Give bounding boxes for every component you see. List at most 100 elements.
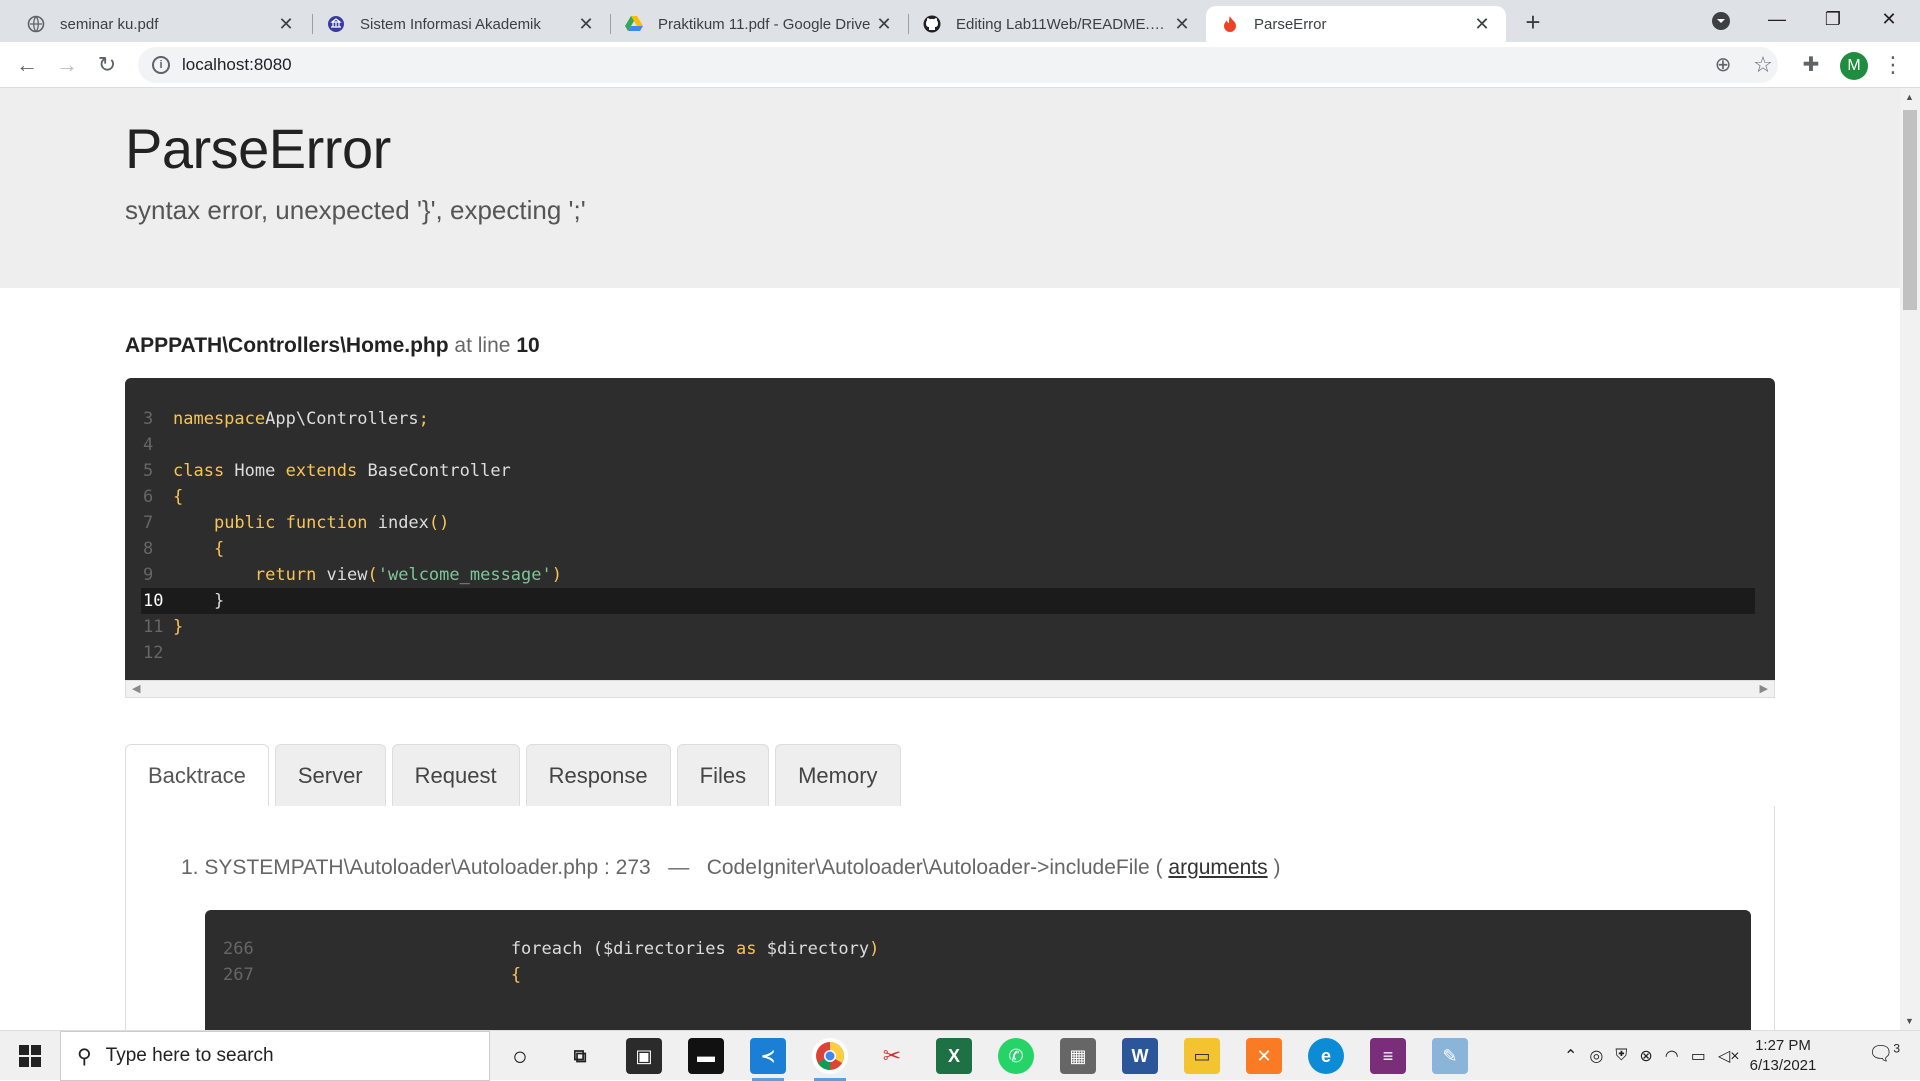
notification-icon[interactable]: 🗨3	[1868, 1041, 1900, 1066]
code-token: )	[869, 939, 880, 959]
tab-seminar[interactable]: seminar ku.pdf ✕	[12, 6, 310, 42]
vertical-scrollbar[interactable]: ▲ ▼	[1900, 88, 1920, 1030]
line-number: 4	[143, 435, 154, 455]
code-token: {	[510, 965, 522, 985]
error-location: APPPATH\Controllers\Home.php at line 10	[125, 334, 1775, 358]
battery-icon[interactable]: ▭	[1691, 1046, 1706, 1066]
tab-title: Editing Lab11Web/README.md a	[956, 15, 1172, 33]
tab-request[interactable]: Request	[391, 744, 520, 806]
tab-memory[interactable]: Memory	[775, 744, 901, 806]
menu-dots-icon[interactable]: ⋮	[1878, 50, 1908, 80]
code-token: class	[173, 461, 225, 481]
vscode-icon[interactable]: ≺	[750, 1038, 786, 1081]
line-number: 7	[143, 513, 154, 533]
chevron-up-icon[interactable]: ⌃	[1564, 1046, 1577, 1066]
code-token: index	[367, 513, 429, 533]
webcam-icon[interactable]: ◎	[1589, 1046, 1603, 1066]
forward-button[interactable]: →	[52, 50, 82, 80]
edge-icon[interactable]: e	[1308, 1038, 1344, 1074]
store-icon[interactable]: ▣	[626, 1038, 662, 1074]
start-button[interactable]	[0, 1031, 60, 1081]
snipping-tool-icon[interactable]: ✂	[874, 1038, 910, 1074]
back-button[interactable]: ←	[12, 50, 42, 80]
code-line: 266 foreach ($directories as $directory)	[223, 936, 1733, 962]
window-close-button[interactable]: ✕	[1862, 0, 1916, 42]
browser-tab-strip: seminar ku.pdf ✕ Sistem Informasi Akadem…	[0, 0, 1920, 42]
github-icon	[922, 14, 942, 34]
chrome-icon[interactable]	[812, 1038, 848, 1081]
code-token: $directories	[602, 939, 736, 959]
search-icon: ⚲	[77, 1045, 92, 1068]
reload-button[interactable]: ↻	[92, 50, 122, 80]
close-icon[interactable]: ✕	[276, 14, 296, 35]
code-token: ;	[418, 409, 429, 429]
horizontal-scrollbar[interactable]: ◀ ▶	[125, 680, 1775, 698]
tab-google-drive[interactable]: Praktikum 11.pdf - Google Drive ✕	[610, 6, 908, 42]
tab-backtrace[interactable]: Backtrace	[125, 744, 269, 806]
taskbar-search[interactable]: ⚲	[60, 1031, 490, 1081]
terminal-icon[interactable]: ▬	[688, 1038, 724, 1074]
page-viewport: ParseError syntax error, unexpected '}',…	[0, 88, 1900, 1030]
trace-call: CodeIgniter\Autoloader\Autoloader->inclu…	[706, 856, 1163, 879]
line-number: 9	[143, 565, 154, 585]
file-explorer-icon[interactable]: ▭	[1184, 1038, 1220, 1074]
security-icon[interactable]: ⊗	[1639, 1046, 1652, 1066]
info-icon[interactable]: i	[152, 56, 170, 74]
calculator-icon[interactable]: ▦	[1060, 1038, 1096, 1074]
zoom-icon[interactable]: ⊕	[1708, 50, 1738, 80]
address-bar[interactable]: i localhost:8080	[138, 47, 1778, 83]
shield-icon[interactable]: ⛨	[1615, 1047, 1627, 1065]
xampp-icon[interactable]: ✕	[1246, 1038, 1282, 1074]
tab-server[interactable]: Server	[274, 744, 386, 806]
arguments-link[interactable]: arguments	[1168, 856, 1267, 879]
word-icon[interactable]: W	[1122, 1038, 1158, 1074]
line-number: 8	[143, 539, 154, 559]
close-icon[interactable]: ✕	[874, 14, 894, 35]
browser-toolbar: ← → ↻ i localhost:8080 ⊕ ☆ ✚ ⋮	[0, 42, 1920, 88]
winrar-icon[interactable]: ≡	[1370, 1038, 1406, 1074]
line-number: 267	[223, 965, 254, 985]
close-icon[interactable]: ✕	[1172, 14, 1192, 35]
line-number: 3	[143, 409, 154, 429]
tab-files[interactable]: Files	[676, 744, 770, 806]
bookmark-star-icon[interactable]: ☆	[1748, 50, 1778, 80]
code-line: 3 namespaceApp\Controllers;	[143, 406, 1755, 432]
avatar[interactable]: M	[1840, 52, 1868, 80]
code-line: 5 class Home extends BaseController	[143, 458, 1755, 484]
trace-file: SYSTEMPATH\Autoloader\Autoloader.php : 2…	[204, 856, 651, 879]
tab-siakad[interactable]: Sistem Informasi Akademik ✕	[312, 6, 610, 42]
google-drive-icon	[624, 14, 644, 34]
minimize-button[interactable]: —	[1750, 0, 1804, 42]
tab-github[interactable]: Editing Lab11Web/README.md a ✕	[908, 6, 1206, 42]
tab-parse-error[interactable]: ParseError ✕	[1206, 6, 1506, 42]
code-token: public function	[213, 513, 368, 533]
close-icon[interactable]: ✕	[576, 14, 596, 35]
line-number: 5	[143, 461, 154, 481]
speaker-muted-icon[interactable]: ◁×	[1718, 1046, 1740, 1066]
error-file: APPPATH\Controllers\Home.php	[125, 334, 449, 357]
code-token: App\Controllers	[265, 409, 419, 429]
task-view-icon[interactable]: ⧉	[562, 1038, 598, 1074]
system-clock[interactable]: 1:27 PM 6/13/2021	[1738, 1036, 1828, 1076]
whatsapp-icon[interactable]: ✆	[998, 1038, 1034, 1074]
extensions-puzzle-icon[interactable]: ✚	[1796, 50, 1826, 80]
new-tab-button[interactable]: +	[1518, 8, 1548, 38]
code-line: 9 return view('welcome_message')	[143, 562, 1755, 588]
tab-title: Sistem Informasi Akademik	[360, 15, 541, 33]
code-token: BaseController	[357, 461, 511, 481]
clock-time: 1:27 PM	[1755, 1037, 1811, 1054]
notepad-icon[interactable]: ✎	[1432, 1038, 1468, 1074]
excel-icon[interactable]: X	[936, 1038, 972, 1074]
wifi-icon[interactable]: ◠	[1665, 1046, 1679, 1066]
tab-search-button[interactable]	[1694, 0, 1748, 42]
error-message: syntax error, unexpected '}', expecting …	[125, 195, 586, 225]
cortana-icon[interactable]: ○	[502, 1038, 538, 1074]
restore-button[interactable]: ❐	[1806, 0, 1860, 42]
close-icon[interactable]: ✕	[1472, 14, 1492, 35]
tab-response[interactable]: Response	[525, 744, 671, 806]
search-input[interactable]	[105, 1045, 466, 1067]
at-line-label: at line	[454, 334, 511, 357]
scrollbar-thumb[interactable]	[1903, 110, 1917, 310]
code-token: Home	[224, 461, 286, 481]
